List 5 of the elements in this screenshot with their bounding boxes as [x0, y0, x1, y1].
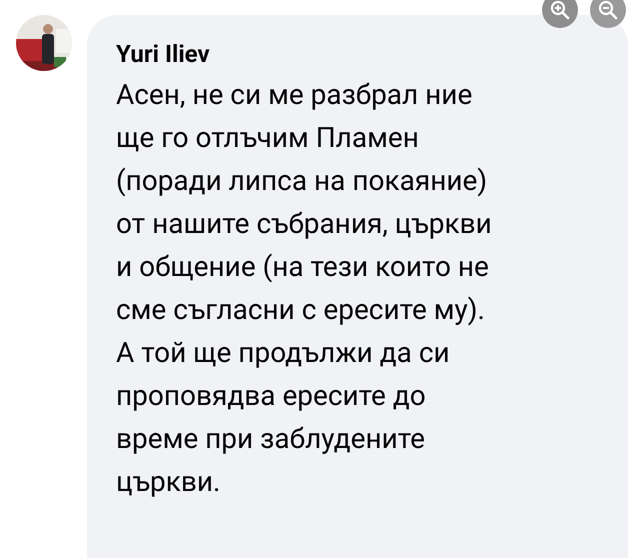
author-name[interactable]: Yuri Iliev: [116, 39, 628, 69]
zoom-out-button[interactable]: [590, 0, 626, 28]
comment-text: Асен, не си ме разбрал ние ще го отлъчим Пламен (поради липса на покаяние) от нашите събрания, църкви и общение (на тези които не сме съгласни с ересите му). А той ще продължи да си проповядва ересите до време при заблудените църкви.: [116, 77, 493, 500]
zoom-in-icon: [550, 0, 570, 20]
zoom-out-icon: [598, 0, 618, 20]
